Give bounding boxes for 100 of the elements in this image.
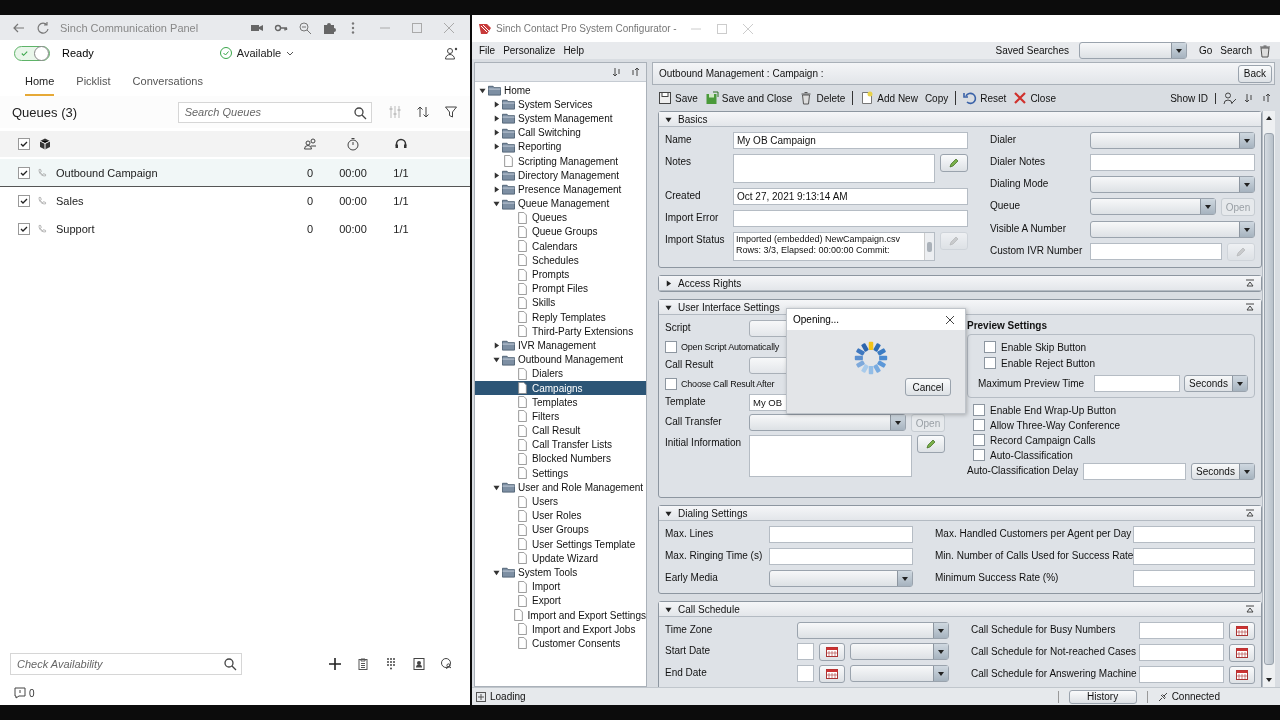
calendar-button[interactable]	[1229, 666, 1255, 684]
tree-item[interactable]: User Roles	[475, 508, 646, 523]
menu-item[interactable]: Help	[563, 45, 584, 56]
collapse-arrow-icon[interactable]	[492, 568, 500, 576]
tree-item[interactable]: Users	[475, 494, 646, 509]
menu-item[interactable]: File	[479, 45, 496, 56]
checkbox[interactable]	[973, 419, 985, 431]
user-settings-icon[interactable]	[444, 46, 458, 60]
zoom-out-icon[interactable]	[298, 20, 312, 35]
queue-row[interactable]: Outbound Campaign 0 00:00 1/1	[0, 159, 470, 187]
expand-arrow-icon[interactable]	[665, 279, 672, 287]
text-area[interactable]: Imported (embedded) NewCampaign.csv Rows: 3/3, Elapsed: 00:00:00 Commit:	[733, 232, 935, 261]
tree-item[interactable]: Calendars	[475, 239, 646, 254]
menu-item[interactable]: Personalize	[503, 45, 556, 56]
collapse-arrow-icon[interactable]	[492, 356, 500, 364]
text-field[interactable]: Oct 27, 2021 9:13:14 AM	[733, 188, 968, 205]
text-field[interactable]	[1133, 548, 1255, 565]
pin-icon[interactable]	[1245, 605, 1255, 613]
cancel-button[interactable]: Cancel	[905, 378, 951, 396]
toolbar-button[interactable]: Add New	[852, 91, 918, 105]
checkbox[interactable]	[973, 449, 985, 461]
scrollbar[interactable]	[924, 233, 934, 260]
tree-item[interactable]: Outbound Management	[475, 352, 646, 367]
text-field[interactable]	[1090, 243, 1222, 260]
collapse-arrow-icon[interactable]	[492, 200, 500, 208]
toolbar-button[interactable]: Save	[658, 91, 698, 105]
text-field[interactable]	[1139, 622, 1224, 639]
checkbox[interactable]	[665, 341, 677, 353]
tree-item[interactable]: System Tools	[475, 565, 646, 580]
queue-row[interactable]: Support 0 00:00 1/1	[0, 215, 470, 243]
text-field[interactable]	[1094, 375, 1180, 392]
tree-item[interactable]: Customer Consents	[475, 636, 646, 651]
text-field[interactable]: My OB Campaign	[733, 132, 968, 149]
tree-item[interactable]: Queue Groups	[475, 224, 646, 240]
checkbox[interactable]	[984, 357, 996, 369]
calendar-button[interactable]	[1229, 622, 1255, 640]
calendar-button[interactable]	[1229, 644, 1255, 662]
toolbar-button[interactable]: Reset	[955, 91, 1007, 105]
text-field[interactable]	[797, 665, 814, 682]
toolbar-button[interactable]: Close	[1013, 91, 1056, 105]
dialpad-icon[interactable]	[384, 657, 398, 671]
checkbox[interactable]	[18, 138, 30, 150]
calendar-button[interactable]	[819, 643, 845, 661]
scrollbar[interactable]	[1262, 111, 1275, 687]
tree-item[interactable]: Reporting	[475, 139, 646, 154]
tree-item[interactable]: Third-Party Extensions	[475, 324, 646, 339]
filter-icon[interactable]	[444, 105, 458, 119]
tree-item[interactable]: Schedules	[475, 253, 646, 268]
checkbox[interactable]	[984, 341, 996, 353]
tree-item[interactable]: Filters	[475, 409, 646, 424]
tree-item[interactable]: Prompt Files	[475, 281, 646, 296]
tree-item[interactable]: Blocked Numbers	[475, 451, 646, 467]
section-header[interactable]: Call Schedule	[659, 602, 1261, 617]
text-field[interactable]	[1133, 570, 1255, 587]
search-field[interactable]: Search Queues	[177, 101, 372, 123]
clipboard-icon[interactable]	[356, 657, 370, 671]
text-field[interactable]	[1133, 526, 1255, 543]
edit-button[interactable]	[940, 154, 968, 172]
puzzle-icon[interactable]	[322, 20, 336, 35]
sort-icon[interactable]	[416, 105, 430, 119]
sort-down-icon[interactable]	[1244, 93, 1254, 103]
search-icon[interactable]	[223, 657, 237, 671]
toggle-switch[interactable]	[14, 45, 50, 61]
refresh-icon[interactable]	[36, 20, 50, 35]
dropdown[interactable]	[749, 414, 906, 431]
tree-item[interactable]: System Management	[475, 111, 646, 126]
checkbox[interactable]	[973, 404, 985, 416]
dropdown[interactable]	[1090, 221, 1255, 238]
expand-arrow-icon[interactable]	[492, 143, 500, 151]
tree-item[interactable]: Queue Management	[475, 196, 646, 211]
tree-item[interactable]: System Services	[475, 97, 646, 112]
text-field[interactable]	[1083, 463, 1186, 480]
section-header[interactable]: Dialing Settings	[659, 506, 1261, 521]
collapse-all-icon[interactable]	[630, 67, 640, 77]
dropdown[interactable]	[850, 665, 949, 682]
tree-item[interactable]: Presence Management	[475, 182, 646, 197]
go-link[interactable]: Go	[1198, 45, 1213, 56]
sliders-icon[interactable]	[388, 105, 402, 119]
calendar-button[interactable]	[819, 665, 845, 683]
show-id-button[interactable]: Show ID	[1170, 92, 1208, 104]
expand-arrow-icon[interactable]	[492, 100, 500, 108]
toolbar-button[interactable]: Save and Close	[704, 91, 793, 105]
tree-item[interactable]: User Groups	[475, 522, 646, 537]
unit-dropdown[interactable]: Seconds	[1184, 375, 1248, 392]
plus-icon[interactable]	[328, 657, 342, 671]
trash-icon[interactable]	[1258, 43, 1272, 58]
search-link[interactable]: Search	[1220, 45, 1252, 56]
tree-item[interactable]: Import and Export Settings	[475, 607, 646, 623]
tab[interactable]: Picklist	[76, 75, 111, 96]
tab[interactable]: Conversations	[132, 75, 203, 96]
user-edit-icon[interactable]	[1223, 91, 1237, 105]
tree-item[interactable]: Prompts	[475, 267, 646, 282]
tree-item[interactable]: Campaigns	[475, 380, 646, 396]
section-header[interactable]: Access Rights	[659, 276, 1261, 291]
expand-arrow-icon[interactable]	[492, 185, 500, 193]
back-button[interactable]: Back	[1237, 64, 1272, 83]
text-field[interactable]	[1090, 154, 1255, 171]
tree-item[interactable]: Call Result	[475, 423, 646, 438]
tree-item[interactable]: Directory Management	[475, 168, 646, 183]
tree-item[interactable]: User and Role Management	[475, 480, 646, 495]
